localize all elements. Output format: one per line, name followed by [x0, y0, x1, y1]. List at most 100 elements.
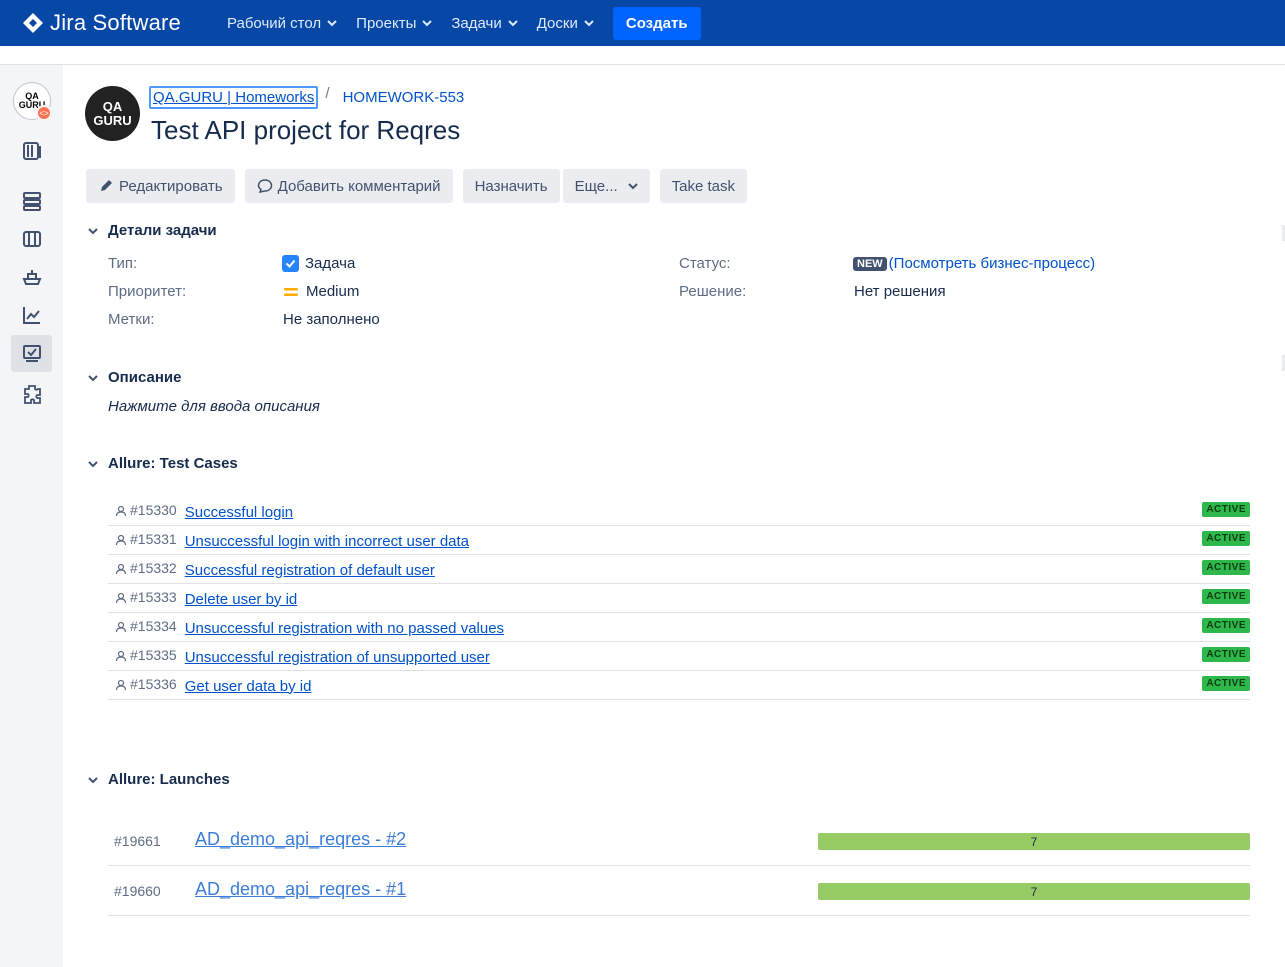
description-section-toggle[interactable]: Описание: [86, 369, 181, 386]
status-badge: ACTIVE: [1202, 647, 1250, 662]
status-badge: ACTIVE: [1202, 531, 1250, 546]
test-management-icon[interactable]: [11, 335, 52, 372]
brand-name: Jira Software: [50, 10, 181, 35]
test-case-link[interactable]: Unsuccessful login with incorrect user d…: [185, 533, 469, 550]
test-case-row: #15336 Get user data by id ACTIVE: [108, 671, 1250, 700]
edit-button[interactable]: Редактировать: [86, 169, 235, 203]
status-badge: ACTIVE: [1202, 502, 1250, 517]
launches-section-toggle[interactable]: Allure: Launches: [86, 771, 230, 788]
nav-dashboards-label: Рабочий стол: [226, 14, 322, 32]
header-divider: [0, 46, 1285, 65]
test-case-id: #15333: [130, 589, 177, 605]
test-case-icon: [115, 650, 127, 662]
pencil-icon: [101, 180, 112, 191]
breadcrumb-project-link[interactable]: QA.GURU | Homeworks: [149, 86, 319, 109]
test-case-link[interactable]: Get user data by id: [185, 678, 312, 695]
status-value: NEW (Посмотреть бизнес-процесс): [853, 255, 1095, 272]
priority-medium-icon: [284, 287, 298, 296]
description-placeholder[interactable]: Нажмите для ввода описания: [108, 398, 320, 415]
test-case-icon: [115, 505, 127, 517]
details-section-toggle[interactable]: Детали задачи: [86, 222, 217, 239]
launch-result-bar[interactable]: 7: [818, 883, 1250, 900]
jira-diamond-icon: [23, 13, 43, 33]
test-case-list: #15330 Successful login ACTIVE #15331 Un…: [108, 497, 1250, 700]
releases-icon[interactable]: [21, 190, 43, 212]
comment-icon: [257, 179, 272, 194]
nav-boards[interactable]: Доски: [537, 15, 594, 32]
status-badge: ACTIVE: [1202, 618, 1250, 633]
board-icon[interactable]: [21, 228, 43, 250]
nav-issues-label: Задачи: [451, 14, 502, 32]
resolution-value: Нет решения: [854, 283, 946, 300]
chevron-down-icon: [88, 374, 98, 381]
test-case-link[interactable]: Unsuccessful registration of unsupported…: [185, 649, 490, 666]
chevron-down-icon: [627, 183, 638, 190]
breadcrumb: QA.GURU | Homeworks / HOMEWORK-553: [149, 85, 467, 109]
assign-button[interactable]: Назначить: [462, 169, 560, 203]
status-badge: ACTIVE: [1202, 589, 1250, 604]
chevron-down-icon: [508, 20, 518, 27]
chevron-down-icon: [88, 776, 98, 783]
labels-value[interactable]: Не заполнено: [283, 311, 380, 328]
launch-passed-count: 7: [1030, 834, 1038, 849]
test-case-icon: [115, 592, 127, 604]
issue-view: QA GURU QA.GURU | Homeworks / HOMEWORK-5…: [63, 65, 1285, 967]
test-case-row: #15330 Successful login ACTIVE: [108, 497, 1250, 526]
test-case-icon: [115, 621, 127, 633]
test-case-link[interactable]: Delete user by id: [185, 591, 298, 608]
test-case-id: #15334: [130, 618, 177, 634]
test-case-link[interactable]: Unsuccessful registration with no passed…: [185, 620, 504, 637]
status-badge: ACTIVE: [1202, 560, 1250, 575]
test-case-id: #15330: [130, 502, 177, 518]
jira-logo[interactable]: Jira Software: [22, 10, 181, 36]
add-comment-button[interactable]: Добавить комментарий: [244, 169, 453, 203]
reports-icon[interactable]: [21, 304, 43, 326]
test-case-link[interactable]: Successful registration of default user: [185, 562, 435, 579]
test-case-id: #15335: [130, 647, 177, 663]
test-case-id: #15332: [130, 560, 177, 576]
take-task-button[interactable]: Take task: [659, 169, 748, 203]
top-navigation: Jira Software Рабочий стол Проекты Задач…: [0, 0, 1285, 46]
launch-result-bar[interactable]: 7: [818, 833, 1250, 850]
nav-dashboards[interactable]: Рабочий стол: [227, 15, 337, 32]
add-comment-label: Добавить комментарий: [277, 177, 441, 195]
test-cases-heading: Allure: Test Cases: [108, 455, 238, 472]
breadcrumb-separator: /: [325, 85, 330, 102]
more-actions-button[interactable]: Еще...: [562, 169, 650, 203]
test-case-icon: [115, 679, 127, 691]
test-case-icon: [115, 534, 127, 546]
test-case-id: #15336: [130, 676, 177, 692]
project-avatar[interactable]: QA GURU: [85, 86, 140, 141]
view-workflow-link[interactable]: (Посмотреть бизнес-процесс): [889, 255, 1095, 272]
launch-list: #19661 AD_demo_api_reqres - #2 7 #19660 …: [108, 816, 1250, 916]
priority-label: Приоритет:: [108, 283, 187, 300]
labels-label: Метки:: [108, 311, 155, 328]
test-case-row: #15334 Unsuccessful registration with no…: [108, 613, 1250, 642]
launch-link[interactable]: AD_demo_api_reqres - #2: [195, 829, 406, 850]
test-case-row: #15332 Successful registration of defaul…: [108, 555, 1250, 584]
test-case-row: #15333 Delete user by id ACTIVE: [108, 584, 1250, 613]
create-button[interactable]: Создать: [612, 6, 701, 40]
edit-button-label: Редактировать: [119, 177, 223, 195]
launch-link[interactable]: AD_demo_api_reqres - #1: [195, 879, 406, 900]
chevron-down-icon: [584, 20, 594, 27]
project-sidebar: QA GURU <>: [0, 65, 63, 967]
description-heading: Описание: [108, 369, 182, 386]
chevron-down-icon: [88, 227, 98, 234]
launch-id: #19661: [114, 833, 161, 849]
type-value-text: Задача: [305, 255, 356, 272]
issue-title[interactable]: Test API project for Reqres: [151, 115, 460, 146]
nav-projects[interactable]: Проекты: [356, 15, 433, 32]
status-badge: ACTIVE: [1202, 676, 1250, 691]
test-case-row: #15331 Unsuccessful login with incorrect…: [108, 526, 1250, 555]
chevron-down-icon: [422, 20, 433, 27]
test-case-row: #15335 Unsuccessful registration of unsu…: [108, 642, 1250, 671]
breadcrumb-issue-key-link[interactable]: HOMEWORK-553: [341, 88, 467, 107]
addon-icon[interactable]: [21, 383, 43, 405]
test-cases-section-toggle[interactable]: Allure: Test Cases: [86, 455, 238, 472]
ship-icon[interactable]: [21, 266, 43, 288]
backlog-icon[interactable]: [21, 140, 43, 162]
nav-issues[interactable]: Задачи: [451, 14, 518, 32]
test-case-link[interactable]: Successful login: [185, 504, 293, 521]
task-type-icon: [282, 255, 299, 272]
